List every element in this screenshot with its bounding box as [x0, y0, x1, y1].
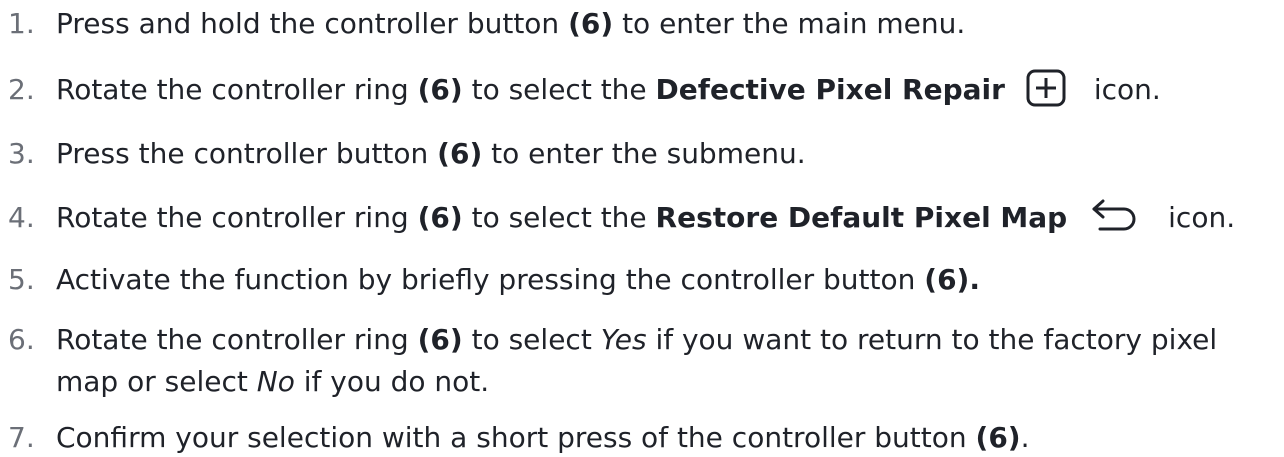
- option-yes: Yes: [600, 323, 647, 356]
- control-reference: (6): [417, 323, 463, 356]
- step-number: 7.: [8, 421, 35, 454]
- step-text: Rotate the controller ring: [56, 201, 418, 234]
- control-reference: (6): [417, 201, 463, 234]
- return-arrow-icon: [1090, 199, 1138, 233]
- step-6-continuation: map or select No if you do not.: [56, 364, 489, 400]
- step-number: 1.: [8, 7, 35, 40]
- step-text: to enter the submenu.: [482, 137, 806, 170]
- step-number: 3.: [8, 137, 35, 170]
- step-text: Rotate the controller ring: [56, 323, 418, 356]
- control-reference: (6): [417, 73, 463, 106]
- step-text: Press and hold the controller button: [56, 7, 569, 40]
- step-text: Press the controller button: [56, 137, 438, 170]
- step-number: 4.: [8, 201, 35, 234]
- step-4: 4. Rotate the controller ring (6) to sele…: [8, 199, 1284, 236]
- step-text: Rotate the controller ring: [56, 73, 418, 106]
- control-reference: (6).: [924, 263, 980, 296]
- step-text: to select: [462, 323, 601, 356]
- control-reference: (6): [568, 7, 614, 40]
- step-7: 7. Confirm your selection with a short pr…: [8, 420, 1284, 456]
- step-number: 6.: [8, 323, 35, 356]
- step-text: icon.: [1168, 201, 1236, 234]
- step-2: 2. Rotate the controller ring (6) to sele…: [8, 69, 1284, 110]
- plus-square-icon: [1026, 69, 1066, 107]
- step-6: 6. Rotate the controller ring (6) to sele…: [8, 322, 1284, 358]
- function-name: Defective Pixel Repair: [655, 73, 1005, 106]
- step-text: icon.: [1093, 73, 1161, 106]
- step-text: to enter the main menu.: [613, 7, 966, 40]
- step-text: Confirm your selection with a short pres…: [56, 421, 976, 454]
- step-text: to select the: [462, 73, 656, 106]
- step-text: if you do not.: [294, 365, 490, 398]
- step-text: if you want to return to the factory pix…: [646, 323, 1218, 356]
- step-5: 5. Activate the function by briefly press…: [8, 262, 1284, 298]
- step-text: to select the: [462, 201, 656, 234]
- step-text: .: [1020, 421, 1030, 454]
- step-3: 3. Press the controller button (6) to ent…: [8, 136, 1284, 172]
- control-reference: (6): [437, 137, 483, 170]
- step-number: 2.: [8, 73, 35, 106]
- step-1: 1. Press and hold the controller button (…: [8, 6, 1284, 42]
- step-text: map or select: [56, 365, 257, 398]
- option-no: No: [256, 365, 295, 398]
- instruction-steps: 1. Press and hold the controller button (…: [0, 0, 1284, 457]
- step-number: 5.: [8, 263, 35, 296]
- control-reference: (6): [975, 421, 1021, 454]
- function-name: Restore Default Pixel Map: [655, 201, 1068, 234]
- step-text: Activate the function by briefly pressin…: [56, 263, 925, 296]
